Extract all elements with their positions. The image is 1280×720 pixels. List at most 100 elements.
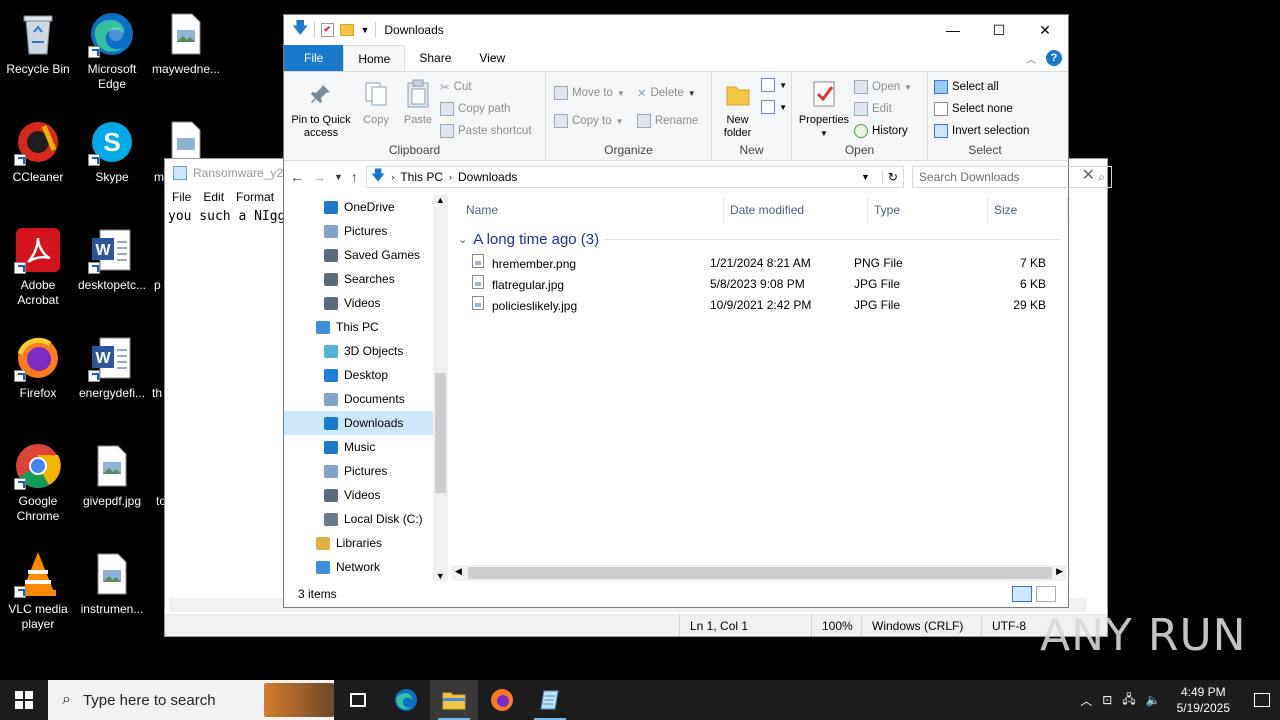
breadcrumb-downloads[interactable]: Downloads [458,170,517,184]
pin-quick-access-button[interactable]: Pin to Quick access [288,76,354,142]
paste-button[interactable]: Paste [398,76,438,142]
nav-item[interactable]: Documents [284,387,433,411]
column-size[interactable]: Size [988,196,1068,223]
easy-access-button[interactable]: ▼ [761,98,787,116]
nav-item[interactable]: OneDrive [284,195,433,219]
desktop-icon-vlc[interactable]: VLC media player [0,544,76,632]
hscroll-thumb[interactable] [468,567,1052,579]
address-dropdown-icon[interactable]: ▼ [855,172,876,182]
nav-item[interactable]: Desktop [284,363,433,387]
task-view-button[interactable] [334,680,382,720]
down-arrow-icon[interactable]: 🡇 [292,17,308,44]
file-row[interactable]: policieslikely.jpg 10/9/2021 2:42 PM JPG F… [448,294,1068,315]
copy-path-button[interactable]: Copy path [440,100,532,118]
desktop-icon-firefox[interactable]: Firefox [0,328,76,401]
desktop-icon-ccleaner[interactable]: CCleaner [0,112,76,185]
scroll-up-icon[interactable]: ▲ [433,195,448,205]
scroll-left-icon[interactable]: ◀ [455,566,462,577]
open-button[interactable]: Open ▼ [854,78,912,96]
tray-chevron-up-icon[interactable]: ︿ [1080,692,1092,709]
desktop-icon-recycle-bin[interactable]: Recycle Bin [0,4,76,77]
new-folder-button[interactable]: New folder [716,76,759,142]
nav-pane-scrollbar[interactable]: ▲ ▼ [432,195,448,581]
desktop-icon-instrumen[interactable]: instrumen... [74,544,150,617]
nav-item[interactable]: Videos [284,483,433,507]
collapse-ribbon-icon[interactable]: ︿ [1026,51,1036,66]
desktop-icon-chrome[interactable]: Google Chrome [0,436,76,524]
properties-button[interactable]: Properties ▼ [796,76,852,142]
back-arrow-icon[interactable]: ← [290,169,304,185]
file-row[interactable]: flatregular.jpg 5/8/2023 9:08 PM JPG File 6… [448,273,1068,294]
forward-arrow-icon[interactable]: → [312,169,326,185]
tab-share[interactable]: Share [405,45,465,71]
taskbar-clock[interactable]: 4:49 PM 5/19/2025 [1171,684,1236,716]
desktop-icon-edge[interactable]: Microsoft Edge [74,4,150,92]
column-type[interactable]: Type [868,196,988,223]
taskbar-notepad[interactable] [526,680,574,720]
minimize-button[interactable]: — [930,15,976,45]
close-button[interactable]: ✕ [1022,15,1068,45]
nav-item[interactable]: This PC [284,315,433,339]
network-icon[interactable]: 🖧 [1122,690,1135,711]
explorer-title-bar[interactable]: 🡇 ▼ Downloads — ☐ ✕ [284,15,1068,45]
file-row[interactable]: hremember.png 1/21/2024 8:21 AM PNG File 7 … [448,252,1068,273]
taskbar-firefox[interactable] [478,680,526,720]
notifications-icon[interactable] [1254,693,1270,707]
nav-item[interactable]: Downloads [284,411,433,435]
select-none-button[interactable]: Select none [934,100,1029,118]
history-button[interactable]: History [854,122,912,140]
taskbar-file-explorer[interactable] [430,680,478,720]
new-folder-icon[interactable] [340,24,355,36]
nav-item[interactable]: Libraries [284,531,433,555]
desktop-icon-skype[interactable]: S Skype [74,112,150,185]
start-button[interactable] [0,680,48,720]
usb-icon[interactable]: ⊡ [1102,693,1112,707]
nav-item[interactable]: Pictures [284,459,433,483]
group-header[interactable]: ⌄ A long time ago (3) [448,231,1068,248]
menu-format[interactable]: Format [236,190,274,204]
nav-item[interactable]: Local Disk (C:) [284,507,433,531]
file-list-pane[interactable]: Name Date modified Type Size ⌄ A long ti… [448,195,1068,581]
taskbar-edge[interactable] [382,680,430,720]
menu-edit[interactable]: Edit [203,190,224,204]
edit-button[interactable]: Edit [854,100,912,118]
nav-item[interactable]: 3D Objects [284,339,433,363]
new-item-button[interactable]: ▼ [761,76,787,94]
copy-button[interactable]: Copy [356,76,396,142]
desktop-icon-energydefi[interactable]: W energydefi... [74,328,150,401]
recent-locations-icon[interactable]: ▼ [334,172,343,182]
scroll-down-icon[interactable]: ▼ [433,571,448,581]
navigation-pane[interactable]: OneDrive Pictures Saved Games Searches Video… [284,195,433,581]
delete-button[interactable]: ✕ Delete ▼ [637,84,698,102]
refresh-icon[interactable]: ↻ [881,170,903,184]
up-arrow-icon[interactable]: ↑ [351,169,358,185]
scroll-thumb[interactable] [434,373,446,493]
desktop-icon-givepdf[interactable]: givepdf.jpg [74,436,150,509]
help-icon[interactable]: ? [1046,50,1062,66]
desktop-icon-desktopetc[interactable]: W desktopetc... [74,220,150,293]
file-list-hscroll[interactable]: ◀ ▶ [452,565,1066,581]
search-box[interactable]: Search Downloads ⌕ [911,166,1112,188]
cut-button[interactable]: ✂ Cut [440,78,532,96]
large-icons-view-icon[interactable] [1036,586,1056,602]
nav-item[interactable]: Searches [284,267,433,291]
paste-shortcut-button[interactable]: Paste shortcut [440,122,532,140]
menu-file[interactable]: File [172,190,191,204]
chevron-down-icon[interactable]: ▼ [360,25,369,35]
tab-home[interactable]: Home [343,45,406,71]
properties-icon[interactable] [321,23,335,37]
nav-item[interactable]: Music [284,435,433,459]
taskbar-search-box[interactable]: ⌕ Type here to search [48,680,334,720]
explorer-window[interactable]: 🡇 ▼ Downloads — ☐ ✕ File Home Share View… [283,14,1112,608]
tab-view[interactable]: View [465,45,519,71]
nav-item[interactable]: Network [284,555,433,579]
desktop-icon-acrobat[interactable]: Adobe Acrobat [0,220,76,308]
tab-file[interactable]: File [284,45,344,71]
details-view-icon[interactable] [1012,586,1032,602]
nav-item[interactable]: Videos [284,291,433,315]
scroll-right-icon[interactable]: ▶ [1056,566,1063,577]
select-all-button[interactable]: Select all [934,78,1029,96]
desktop-icon-maywedne[interactable]: maywedne... [148,4,224,77]
volume-icon[interactable]: 🔈 [1146,693,1161,707]
nav-item[interactable]: Pictures [284,219,433,243]
